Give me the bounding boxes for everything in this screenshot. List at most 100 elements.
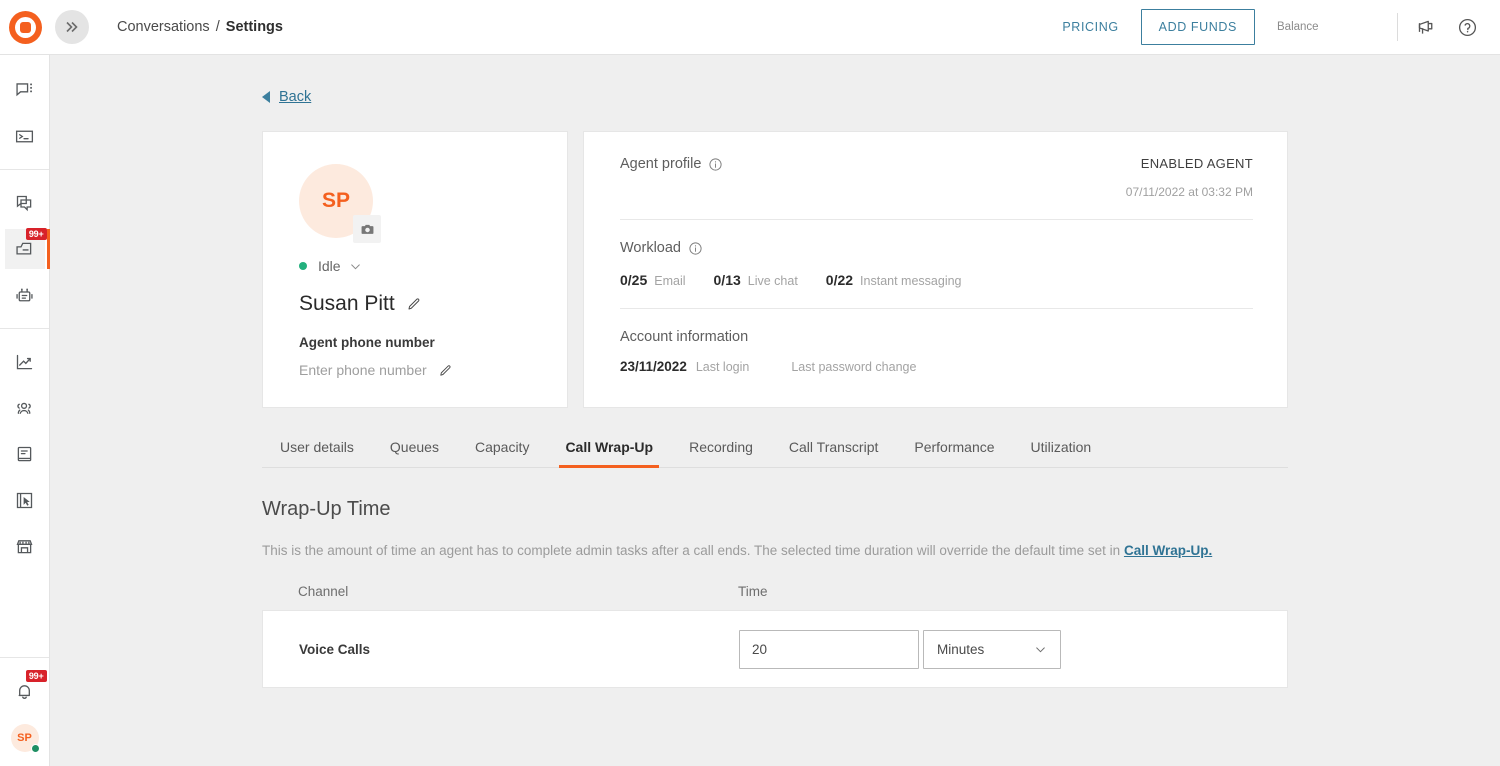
sidebar-item-conversations[interactable] xyxy=(5,70,45,110)
agent-name-row: Susan Pitt xyxy=(299,292,531,316)
tab-call-transcript[interactable]: Call Transcript xyxy=(771,439,896,467)
add-funds-button[interactable]: ADD FUNDS xyxy=(1141,9,1255,45)
chevron-down-icon xyxy=(349,260,362,273)
topbar-divider xyxy=(1397,13,1398,41)
workload-value: 0/25 xyxy=(620,272,647,288)
agent-phone-row: Enter phone number xyxy=(299,362,531,378)
storefront-icon xyxy=(14,536,35,557)
status-badge: ENABLED AGENT xyxy=(1126,156,1253,171)
tab-user-details[interactable]: User details xyxy=(262,439,372,467)
sidebar-expand-button[interactable] xyxy=(55,10,89,44)
brand-logo[interactable] xyxy=(0,11,50,44)
wrapup-section-title: Wrap-Up Time xyxy=(262,498,1288,521)
wrapup-time-unit-value: Minutes xyxy=(937,642,984,657)
megaphone-icon xyxy=(1416,17,1437,38)
time-fields: Minutes xyxy=(739,630,1061,669)
sidebar-item-console[interactable] xyxy=(5,116,45,156)
divider-1 xyxy=(620,219,1253,220)
logo-ring xyxy=(15,17,36,38)
breadcrumb: Conversations / Settings xyxy=(117,19,283,35)
tab-capacity[interactable]: Capacity xyxy=(457,439,547,467)
sidebar-item-knowledge-base[interactable] xyxy=(5,434,45,474)
inbox-tray-icon xyxy=(14,239,35,260)
pencil-icon xyxy=(438,363,453,378)
column-header-time: Time xyxy=(738,584,768,599)
content-wrapper: Back SP xyxy=(262,55,1288,688)
agent-profile-info-button[interactable] xyxy=(708,157,723,172)
tab-queues[interactable]: Queues xyxy=(372,439,457,467)
main-content: Back SP xyxy=(50,55,1500,766)
status-label: Idle xyxy=(318,258,341,274)
back-button[interactable]: Back xyxy=(262,89,1288,105)
pricing-link[interactable]: PRICING xyxy=(1062,20,1118,34)
sidebar-item-contacts[interactable] xyxy=(5,388,45,428)
balance-label: Balance xyxy=(1277,21,1397,33)
wrapup-description: This is the amount of time an agent has … xyxy=(262,543,1288,558)
back-label: Back xyxy=(279,89,311,105)
book-icon xyxy=(14,444,35,465)
status-dot-icon xyxy=(299,262,307,270)
sidebar-divider-1 xyxy=(0,169,49,170)
tab-call-wrap-up[interactable]: Call Wrap-Up xyxy=(547,439,671,467)
cards-row: SP Idle xyxy=(262,131,1288,408)
channel-name: Voice Calls xyxy=(299,642,739,657)
sidebar-item-bots[interactable] xyxy=(5,275,45,315)
sidebar-user-avatar[interactable]: SP xyxy=(11,724,39,752)
wrapup-table-header: Channel Time xyxy=(262,584,1288,599)
wrapup-description-text: This is the amount of time an agent has … xyxy=(262,543,1124,558)
line-chart-icon xyxy=(14,352,35,373)
edit-name-button[interactable] xyxy=(406,296,422,312)
sidebar-divider-2 xyxy=(0,328,49,329)
agent-profile-card: SP Idle xyxy=(262,131,568,408)
sidebar-item-duplicate[interactable] xyxy=(5,183,45,223)
balance-block: Balance xyxy=(1277,21,1397,33)
edit-phone-button[interactable] xyxy=(438,363,453,378)
sidebar-group-tools xyxy=(0,339,49,569)
column-header-channel: Channel xyxy=(298,584,738,599)
workload-label: Live chat xyxy=(748,274,798,288)
wrapup-time-unit-select[interactable]: Minutes xyxy=(923,630,1061,669)
app-root: Conversations / Settings PRICING ADD FUN… xyxy=(0,0,1500,766)
sidebar-item-inbox[interactable]: 99+ xyxy=(5,229,45,269)
sidebar-group-workspace: 99+ xyxy=(0,180,49,318)
sidebar-item-analytics[interactable] xyxy=(5,342,45,382)
tab-utilization[interactable]: Utilization xyxy=(1013,439,1110,467)
breadcrumb-separator: / xyxy=(216,19,220,35)
account-metrics: 23/11/2022 Last login Last password chan… xyxy=(620,359,1253,374)
breadcrumb-parent[interactable]: Conversations xyxy=(117,19,210,35)
workload-value: 0/13 xyxy=(714,272,741,288)
avatar: SP xyxy=(299,164,373,238)
divider-2 xyxy=(620,308,1253,309)
page-title: Susan Pitt xyxy=(299,292,395,316)
people-icon xyxy=(14,398,35,419)
call-wrap-up-link[interactable]: Call Wrap-Up. xyxy=(1124,543,1212,558)
tab-performance[interactable]: Performance xyxy=(896,439,1012,467)
body-row: 99+ xyxy=(0,55,1500,766)
notifications-button[interactable]: 99+ xyxy=(5,671,45,711)
announcement-button[interactable] xyxy=(1416,17,1437,38)
wrapup-time-input[interactable] xyxy=(739,630,919,669)
info-icon xyxy=(688,241,703,256)
top-bar: Conversations / Settings PRICING ADD FUN… xyxy=(0,0,1500,55)
settings-tabs: User details Queues Capacity Call Wrap-U… xyxy=(262,439,1288,468)
info-icon xyxy=(708,157,723,172)
copy-chat-icon xyxy=(14,193,35,214)
bell-icon xyxy=(14,681,35,702)
account-label: Last login xyxy=(696,360,750,374)
sidebar-item-marketplace[interactable] xyxy=(5,526,45,566)
tab-recording[interactable]: Recording xyxy=(671,439,771,467)
logo-icon xyxy=(9,11,42,44)
sidebar-item-campaigns[interactable] xyxy=(5,480,45,520)
workload-label: Instant messaging xyxy=(860,274,961,288)
robot-icon xyxy=(14,285,35,306)
workload-info-button[interactable] xyxy=(688,241,703,256)
camera-icon xyxy=(360,222,375,237)
change-photo-button[interactable] xyxy=(353,215,381,243)
agent-phone-value: Enter phone number xyxy=(299,362,427,378)
agent-profile-header: Agent profile ENABL xyxy=(620,156,1253,199)
help-button[interactable] xyxy=(1457,17,1478,38)
agent-status-selector[interactable]: Idle xyxy=(299,258,531,274)
agent-phone-label: Agent phone number xyxy=(299,335,531,350)
account-info-title: Account information xyxy=(620,329,1253,345)
sidebar-divider-3 xyxy=(0,657,49,658)
